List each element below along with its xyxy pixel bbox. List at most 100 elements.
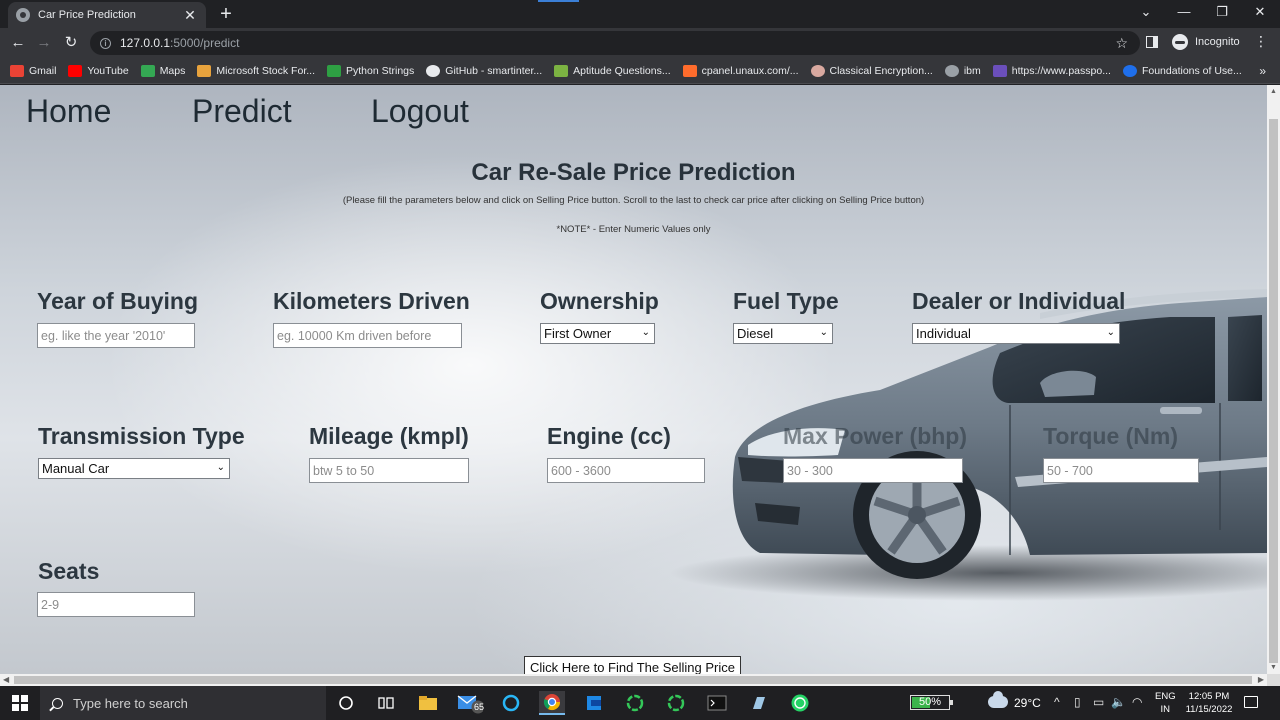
browser-menu-icon[interactable]: ⋮ [1254, 33, 1268, 50]
usb-icon[interactable]: ▯ [1074, 695, 1081, 709]
scroll-right-icon[interactable]: ▶ [1258, 675, 1264, 684]
file-explorer-icon[interactable] [415, 691, 441, 715]
show-hidden-icons-icon[interactable]: ^ [1054, 695, 1060, 709]
tab-strip-accent [538, 0, 579, 2]
language-indicator[interactable]: ENG IN [1155, 690, 1176, 716]
numeric-note: *NOTE* - Enter Numeric Values only [556, 224, 711, 235]
bookmark-aptitude[interactable]: Aptitude Questions... [554, 64, 671, 77]
maps-icon [140, 64, 155, 77]
minimize-icon[interactable]: — [1176, 4, 1192, 19]
find-selling-price-button[interactable]: Click Here to Find The Selling Price [524, 656, 741, 674]
close-window-icon[interactable]: ✕ [1252, 4, 1268, 20]
bookmark-maps[interactable]: Maps [140, 64, 185, 77]
youtube-icon [68, 64, 83, 77]
mileage-input[interactable] [309, 458, 469, 483]
incognito-label: Incognito [1195, 36, 1240, 48]
bookmark-stock[interactable]: Microsoft Stock For... [197, 64, 315, 77]
tab-title: Car Price Prediction [38, 9, 136, 21]
globe-icon [944, 64, 959, 77]
language-code: ENG [1155, 691, 1176, 702]
max-power-label: Max Power (bhp) [783, 423, 968, 449]
maximize-icon[interactable]: ❐ [1214, 4, 1230, 20]
kilometers-input[interactable] [273, 323, 462, 348]
active-tab[interactable]: Car Price Prediction ✕ [8, 2, 206, 28]
volume-icon[interactable]: 🔈 [1111, 695, 1126, 709]
notifications-icon[interactable] [1244, 696, 1258, 708]
tab-search-icon[interactable]: ⌄ [1138, 4, 1154, 20]
mail-icon[interactable]: 65 [457, 691, 484, 715]
back-icon[interactable]: ← [9, 33, 27, 53]
whatsapp-icon[interactable] [787, 691, 813, 715]
page-favicon-icon [16, 8, 30, 22]
scroll-up-icon[interactable]: ▲ [1270, 88, 1277, 95]
mileage-label: Mileage (kmpl) [309, 423, 469, 449]
site-info-icon[interactable]: i [100, 37, 111, 49]
tab-close-icon[interactable]: ✕ [182, 7, 198, 24]
page-viewport: Home Predict Logout Car Re-Sale Price Pr… [0, 85, 1267, 674]
bookmark-coursera[interactable]: Foundations of Use... [1122, 64, 1242, 77]
app-green-ring-icon[interactable] [622, 691, 648, 715]
nav-predict-link[interactable]: Predict [192, 93, 292, 130]
battery-percent: 50% [918, 696, 942, 708]
seller-type-select[interactable]: Individual ⌄ [912, 323, 1120, 344]
torque-label: Torque (Nm) [1043, 423, 1179, 449]
seats-input[interactable] [37, 592, 195, 617]
vertical-scrollbar[interactable]: ▲ ▼ [1267, 85, 1280, 674]
vertical-scroll-thumb[interactable] [1269, 119, 1278, 663]
engine-input[interactable] [547, 458, 705, 483]
search-icon [52, 697, 63, 709]
scroll-left-icon[interactable]: ◀ [3, 675, 9, 684]
horizontal-scroll-thumb[interactable] [14, 676, 1252, 684]
side-panel-icon[interactable] [1146, 36, 1158, 48]
address-bar[interactable]: i 127.0.0.1:5000/predict ☆ [90, 31, 1140, 55]
task-view-icon[interactable] [373, 691, 399, 715]
chrome-icon[interactable] [539, 691, 565, 715]
chevron-down-icon: ⌄ [819, 327, 828, 338]
browser-toolbar: ← → ↻ i 127.0.0.1:5000/predict ☆ Incogni… [0, 28, 1280, 58]
reload-icon[interactable]: ↻ [62, 33, 80, 53]
max-power-input[interactable] [783, 458, 963, 483]
terminal-icon[interactable] [704, 691, 730, 715]
bookmark-star-icon[interactable]: ☆ [1115, 35, 1128, 52]
ownership-select[interactable]: First Owner ⌄ [540, 323, 655, 344]
new-tab-button[interactable]: + [216, 3, 236, 25]
chevron-down-icon: ⌄ [1106, 327, 1115, 338]
bookmark-encryption[interactable]: Classical Encryption... [810, 64, 933, 77]
incognito-icon[interactable] [1172, 34, 1188, 50]
bookmarks-bar: Gmail YouTube Maps Microsoft Stock For..… [0, 58, 1280, 84]
cortana-app-icon[interactable] [498, 691, 524, 715]
temperature-label[interactable]: 29°C [1014, 696, 1041, 710]
notes-app-icon[interactable] [746, 691, 772, 715]
transmission-select[interactable]: Manual Car ⌄ [38, 458, 230, 479]
taskbar-search[interactable]: Type here to search [40, 686, 326, 720]
nav-logout-link[interactable]: Logout [371, 93, 469, 130]
year-label: Year of Buying [37, 288, 199, 314]
cloudy-weather-icon[interactable] [988, 691, 1008, 708]
app-green-ring-2-icon[interactable] [663, 691, 689, 715]
seats-label: Seats [38, 558, 100, 584]
bookmark-python-strings[interactable]: Python Strings [326, 64, 414, 77]
windows-start-icon[interactable] [12, 695, 28, 711]
taskbar-clock[interactable]: 12:05 PM 11/15/2022 [1182, 690, 1236, 716]
tab-strip: Car Price Prediction ✕ + ⌄ — ❐ ✕ [0, 0, 1280, 28]
bookmark-passport[interactable]: https://www.passpo... [992, 64, 1111, 77]
year-input[interactable] [37, 323, 195, 348]
more-bookmarks-icon[interactable]: » [1259, 64, 1266, 78]
torque-input[interactable] [1043, 458, 1199, 483]
bookmark-ibm[interactable]: ibm [944, 64, 981, 77]
horizontal-scrollbar[interactable]: ◀ ▶ [0, 674, 1267, 686]
fuel-type-value: Diesel [737, 326, 774, 341]
bookmark-cpanel[interactable]: cpanel.unaux.com/... [682, 64, 799, 77]
wifi-icon[interactable]: ◠ [1132, 695, 1142, 709]
bookmark-github[interactable]: GitHub - smartinter... [426, 64, 542, 77]
fuel-type-select[interactable]: Diesel ⌄ [733, 323, 833, 344]
cortana-icon[interactable] [333, 691, 359, 715]
word-icon[interactable] [581, 691, 607, 715]
nav-home-link[interactable]: Home [26, 93, 111, 130]
battery-indicator[interactable]: 50% [910, 695, 953, 710]
scroll-down-icon[interactable]: ▼ [1270, 664, 1277, 671]
battery-tray-icon[interactable]: ▭ [1093, 695, 1104, 709]
bookmark-gmail[interactable]: Gmail [10, 64, 56, 77]
bookmark-youtube[interactable]: YouTube [68, 64, 129, 77]
forward-icon[interactable]: → [35, 33, 53, 53]
